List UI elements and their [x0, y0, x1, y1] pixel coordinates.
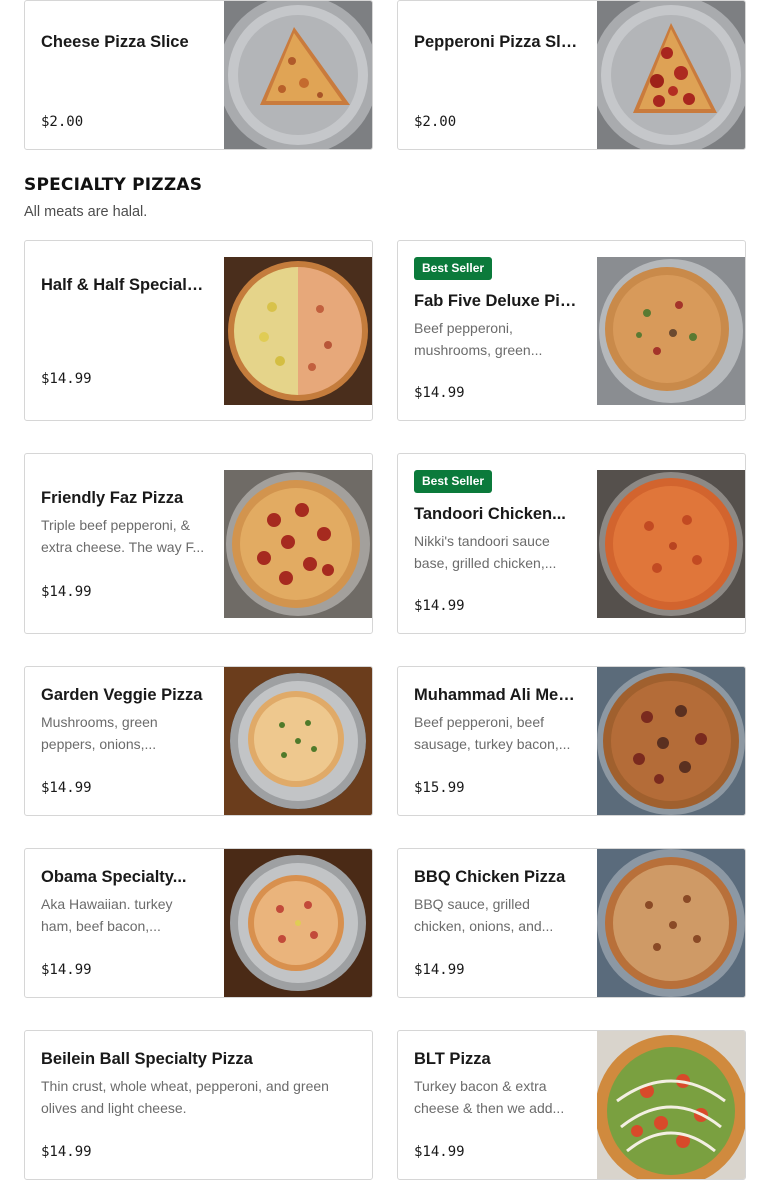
- menu-item-half-and-half[interactable]: Half & Half Specialty... $14.99: [24, 240, 373, 421]
- item-info: Pepperoni Pizza Slice: [414, 17, 580, 54]
- item-description: Nikki's tandoori sauce base, grilled chi…: [414, 533, 557, 571]
- item-name: Tandoori Chicken...: [414, 505, 566, 523]
- menu-item-obama-specialty[interactable]: Obama Specialty... Aka Hawaiian. turkey …: [24, 848, 373, 998]
- item-description: Thin crust, whole wheat, pepperoni, and …: [41, 1078, 329, 1116]
- item-name: Muhammad Ali Meat...: [414, 686, 580, 704]
- menu-item-beilein-ball[interactable]: Beilein Ball Specialty Pizza Thin crust,…: [24, 1030, 373, 1180]
- item-price: $15.99: [414, 780, 465, 796]
- item-info: Half & Half Specialty...: [41, 273, 207, 297]
- item-info: Obama Specialty... Aka Hawaiian. turkey …: [41, 865, 207, 937]
- item-price: $14.99: [41, 584, 92, 600]
- item-description: Aka Hawaiian. turkey ham, beef bacon,...: [41, 896, 173, 934]
- item-price: $2.00: [414, 114, 457, 130]
- item-price: $14.99: [41, 371, 92, 387]
- item-name: BBQ Chicken Pizza: [414, 868, 566, 886]
- item-name: Garden Veggie Pizza: [41, 686, 203, 704]
- item-name: Beilein Ball Specialty Pizza: [41, 1050, 253, 1068]
- item-price: $14.99: [414, 962, 465, 978]
- item-description: BBQ sauce, grilled chicken, onions, and.…: [414, 896, 554, 934]
- item-price: $14.99: [414, 385, 465, 401]
- item-name: Friendly Faz Pizza: [41, 489, 184, 507]
- item-photo: [597, 849, 745, 997]
- item-info: Friendly Faz Pizza Triple beef pepperoni…: [41, 486, 207, 558]
- item-info: Best Seller Fab Five Deluxe Pizza Beef p…: [414, 257, 580, 361]
- item-name: Half & Half Specialty...: [41, 276, 207, 294]
- item-price: $14.99: [414, 1144, 465, 1160]
- item-info: BLT Pizza Turkey bacon & extra cheese & …: [414, 1047, 580, 1119]
- menu-item-blt-pizza[interactable]: BLT Pizza Turkey bacon & extra cheese & …: [397, 1030, 746, 1180]
- item-price: $14.99: [41, 780, 92, 796]
- menu-item-muhammad-ali-meat[interactable]: Muhammad Ali Meat... Beef pepperoni, bee…: [397, 666, 746, 816]
- item-photo: [224, 1, 372, 149]
- best-seller-badge: Best Seller: [414, 257, 493, 280]
- item-photo: [597, 1031, 745, 1179]
- item-photo: [224, 667, 372, 815]
- item-name: Pepperoni Pizza Slice: [414, 33, 580, 51]
- item-description: Beef pepperoni, beef sausage, turkey bac…: [414, 714, 571, 752]
- menu-item-friendly-faz[interactable]: Friendly Faz Pizza Triple beef pepperoni…: [24, 453, 373, 634]
- menu-item-cheese-slice[interactable]: Cheese Pizza Slice $2.00: [24, 0, 373, 150]
- item-price: $14.99: [41, 962, 92, 978]
- menu-item-tandoori-chicken[interactable]: Best Seller Tandoori Chicken... Nikki's …: [397, 453, 746, 634]
- item-photo: [597, 667, 745, 815]
- item-info: Cheese Pizza Slice: [41, 17, 207, 54]
- item-info: Best Seller Tandoori Chicken... Nikki's …: [414, 470, 580, 574]
- item-photo: [224, 849, 372, 997]
- item-price: $14.99: [414, 598, 465, 614]
- item-name: Cheese Pizza Slice: [41, 33, 189, 51]
- menu-item-bbq-chicken[interactable]: BBQ Chicken Pizza BBQ sauce, grilled chi…: [397, 848, 746, 998]
- menu-item-pepperoni-slice[interactable]: Pepperoni Pizza Slice $2.00: [397, 0, 746, 150]
- section-subtitle: All meats are halal.: [24, 204, 148, 220]
- item-photo: [597, 1, 745, 149]
- best-seller-badge: Best Seller: [414, 470, 493, 493]
- item-description: Turkey bacon & extra cheese & then we ad…: [414, 1078, 565, 1116]
- item-info: BBQ Chicken Pizza BBQ sauce, grilled chi…: [414, 865, 580, 937]
- item-description: Triple beef pepperoni, & extra cheese. T…: [41, 517, 205, 555]
- item-name: BLT Pizza: [414, 1050, 491, 1068]
- menu-item-garden-veggie[interactable]: Garden Veggie Pizza Mushrooms, green pep…: [24, 666, 373, 816]
- section-title: SPECIALTY PIZZAS: [24, 175, 203, 195]
- item-photo: [224, 470, 372, 618]
- item-price: $2.00: [41, 114, 84, 130]
- item-name: Obama Specialty...: [41, 868, 187, 886]
- item-price: $14.99: [41, 1144, 92, 1160]
- item-info: Garden Veggie Pizza Mushrooms, green pep…: [41, 683, 207, 755]
- menu-item-fab-five-deluxe[interactable]: Best Seller Fab Five Deluxe Pizza Beef p…: [397, 240, 746, 421]
- item-description: Beef pepperoni, mushrooms, green...: [414, 320, 543, 358]
- item-name: Fab Five Deluxe Pizza: [414, 292, 580, 310]
- item-photo: [597, 257, 745, 405]
- item-photo: [224, 257, 372, 405]
- item-description: Mushrooms, green peppers, onions,...: [41, 714, 158, 752]
- item-info: Beilein Ball Specialty Pizza Thin crust,…: [41, 1047, 356, 1119]
- item-info: Muhammad Ali Meat... Beef pepperoni, bee…: [414, 683, 580, 755]
- item-photo: [597, 470, 745, 618]
